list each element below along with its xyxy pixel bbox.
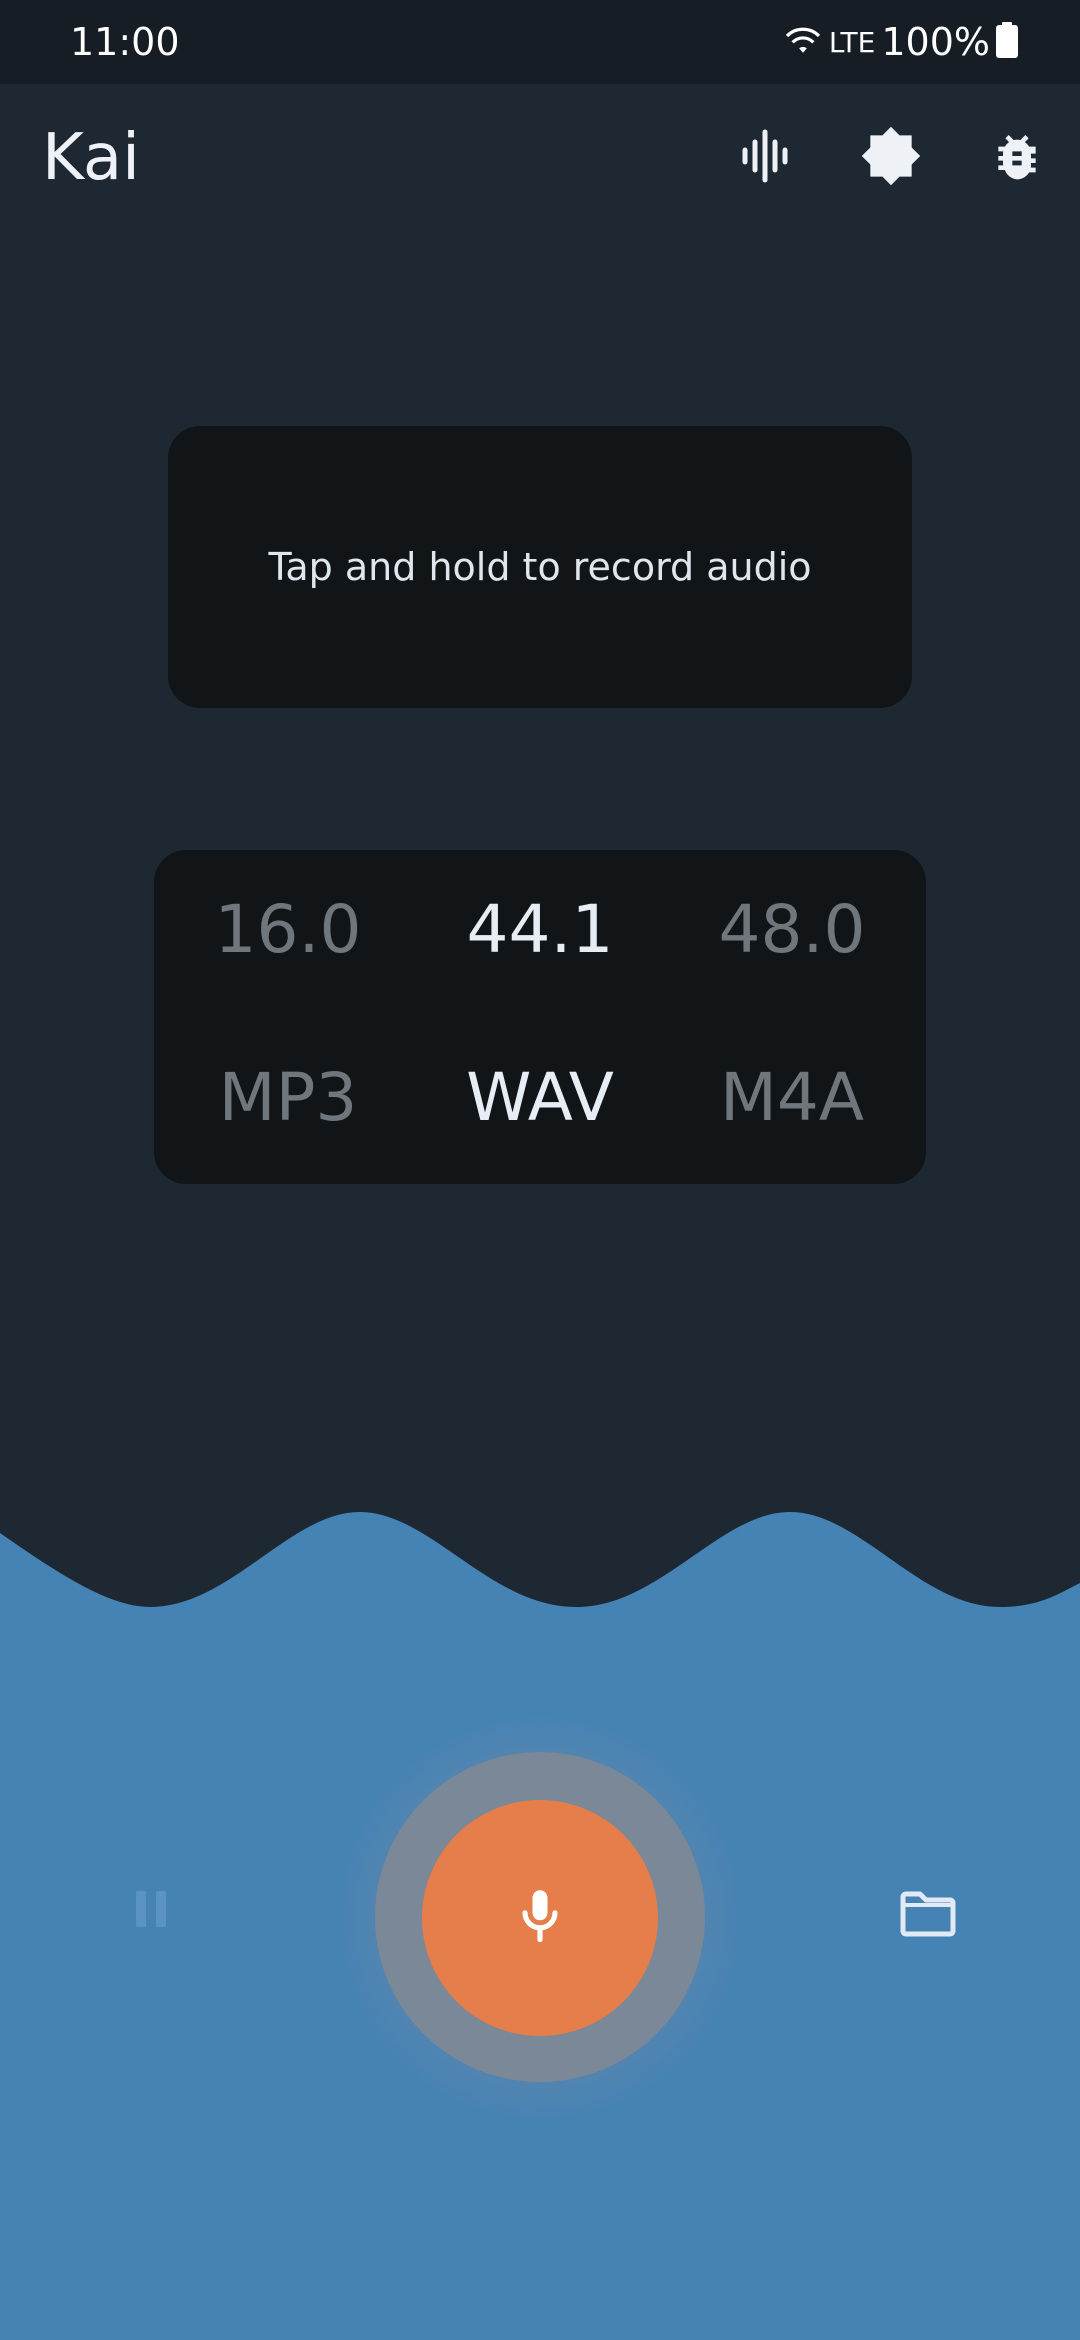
bug-report-button[interactable] bbox=[981, 122, 1053, 194]
pause-icon bbox=[134, 1889, 168, 1933]
settings-picker: 16.0 44.1 48.0 MP3 WAV M4A bbox=[154, 850, 926, 1184]
app-title: Kai bbox=[42, 121, 140, 195]
status-indicators: LTE 100% bbox=[783, 18, 1018, 66]
theme-toggle-icon bbox=[860, 125, 922, 191]
sample-rate-option[interactable]: 16.0 bbox=[168, 880, 408, 980]
pause-button[interactable] bbox=[118, 1878, 184, 1944]
format-option-selected[interactable]: WAV bbox=[420, 1048, 660, 1148]
format-picker: MP3 WAV M4A bbox=[154, 1048, 926, 1148]
record-hint-card: Tap and hold to record audio bbox=[168, 426, 912, 708]
record-hint-text: Tap and hold to record audio bbox=[268, 545, 812, 589]
waveform-button[interactable] bbox=[729, 122, 801, 194]
sample-rate-picker: 16.0 44.1 48.0 bbox=[154, 880, 926, 980]
format-option[interactable]: MP3 bbox=[168, 1048, 408, 1148]
battery-level: 100% bbox=[881, 20, 990, 64]
status-time: 11:00 bbox=[70, 20, 180, 64]
folder-icon bbox=[899, 1891, 957, 1941]
format-option[interactable]: M4A bbox=[672, 1048, 912, 1148]
battery-icon bbox=[996, 22, 1018, 62]
bug-report-icon bbox=[989, 128, 1045, 188]
sample-rate-option[interactable]: 48.0 bbox=[672, 880, 912, 980]
record-button[interactable] bbox=[422, 1800, 658, 2036]
wifi-icon bbox=[783, 24, 823, 60]
network-type: LTE bbox=[828, 25, 876, 59]
theme-toggle-button[interactable] bbox=[855, 122, 927, 194]
microphone-icon bbox=[514, 1886, 566, 1950]
status-bar: 11:00 LTE 100% bbox=[0, 0, 1080, 84]
screen: 11:00 LTE 100% Kai Tap and hold to recor… bbox=[0, 0, 1080, 2340]
waveform-icon bbox=[737, 128, 793, 188]
sample-rate-option-selected[interactable]: 44.1 bbox=[420, 880, 660, 980]
recordings-folder-button[interactable] bbox=[892, 1880, 964, 1952]
